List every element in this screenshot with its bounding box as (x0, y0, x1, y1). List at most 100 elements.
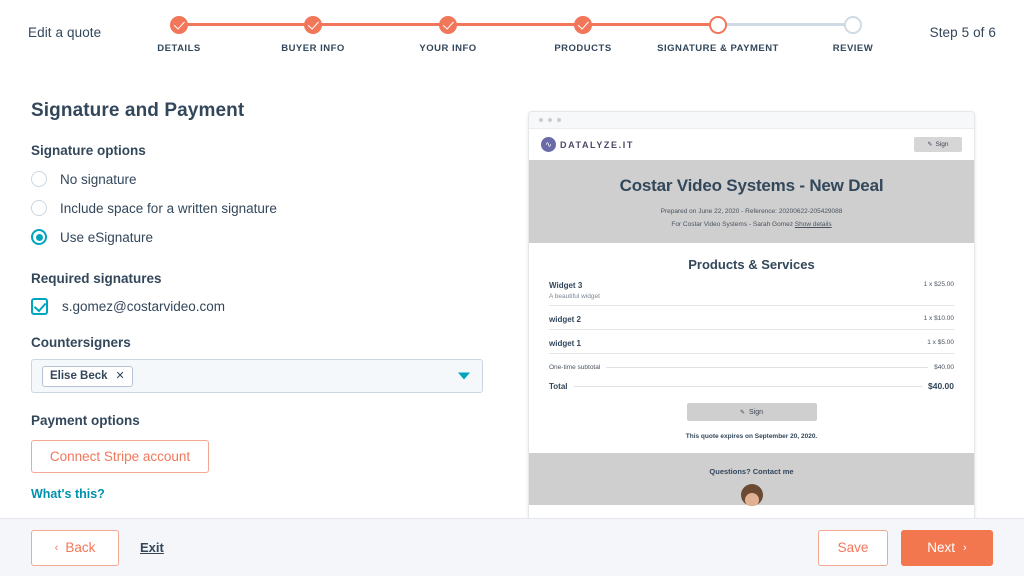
step-dot-done-icon (574, 16, 592, 34)
subtotal-label: One-time subtotal (549, 364, 600, 371)
window-dot-icon (539, 118, 543, 122)
preview-sign-label: Sign (749, 409, 763, 416)
step-dot-done-icon (170, 16, 188, 34)
next-button[interactable]: Next › (901, 530, 993, 566)
preview-hero: Costar Video Systems - New Deal Prepared… (529, 160, 974, 243)
quote-preview-panel: ∿ DATALYZE.IT ✎ Sign Costar Video System… (528, 111, 975, 521)
line-item-price: 1 x $5.00 (927, 339, 954, 346)
products-section-title: Products & Services (549, 257, 954, 272)
preview-body: Products & Services Widget 3 A beautiful… (529, 243, 974, 453)
avatar (741, 484, 763, 506)
subtotal-row: One-time subtotal $40.00 (549, 364, 954, 371)
preview-contact-footer: Questions? Contact me (529, 453, 974, 505)
next-button-label: Next (927, 540, 955, 555)
total-label: Total (549, 382, 568, 391)
step-item-buyer-info[interactable]: BUYER INFO (243, 12, 383, 54)
step-dot-pending-icon (844, 16, 862, 34)
required-signature-email: s.gomez@costarvideo.com (62, 299, 225, 314)
quote-for-line: For Costar Video Systems - Sarah Gomez S… (543, 221, 960, 228)
step-dot-done-icon (304, 16, 322, 34)
page-title: Signature and Payment (31, 100, 491, 122)
save-button[interactable]: Save (818, 530, 888, 566)
back-button[interactable]: ‹ Back (31, 530, 119, 566)
countersigner-chip-label: Elise Beck (50, 370, 108, 382)
preview-sign-label: Sign (936, 141, 949, 148)
close-icon[interactable]: ✕ (116, 371, 125, 382)
line-item-name: Widget 3 (549, 281, 600, 290)
line-item: Widget 3 A beautiful widget 1 x $25.00 (549, 272, 954, 306)
step-label: BUYER INFO (243, 43, 383, 54)
quote-prepared-line: Prepared on June 22, 2020 - Reference: 2… (543, 208, 960, 215)
step-counter: Step 5 of 6 (930, 25, 996, 40)
step-label: DETAILS (109, 43, 249, 54)
countersigner-chip[interactable]: Elise Beck ✕ (42, 366, 133, 387)
checkbox-checked-icon (31, 298, 48, 315)
step-dot-current-icon (709, 16, 727, 34)
chevron-right-icon: › (963, 542, 967, 554)
line-item: widget 1 1 x $5.00 (549, 330, 954, 354)
quote-for-text: For Costar Video Systems - Sarah Gomez (671, 221, 793, 228)
step-label: YOUR INFO (378, 43, 518, 54)
page-context-title: Edit a quote (28, 25, 101, 40)
total-value: $40.00 (928, 381, 954, 391)
dotted-rule (574, 386, 922, 387)
line-item-price: 1 x $25.00 (924, 281, 954, 288)
countersigners-select[interactable]: Elise Beck ✕ (31, 359, 483, 393)
step-item-your-info[interactable]: YOUR INFO (378, 12, 518, 54)
line-item-name: widget 2 (549, 315, 581, 324)
signature-payment-form: Signature and Payment Signature options … (31, 100, 491, 501)
radio-option-written-signature[interactable]: Include space for a written signature (31, 200, 491, 216)
progress-stepper: DETAILS BUYER INFO YOUR INFO PRODUCTS SI… (160, 12, 866, 62)
step-item-products[interactable]: PRODUCTS (513, 12, 653, 54)
dotted-rule (606, 367, 928, 368)
wizard-footer: ‹ Back Exit Save Next › (0, 518, 1024, 576)
required-signature-row[interactable]: s.gomez@costarvideo.com (31, 298, 491, 315)
radio-icon (31, 171, 47, 187)
show-details-link[interactable]: Show details (795, 221, 832, 228)
step-dot-done-icon (439, 16, 457, 34)
main-content: Signature and Payment Signature options … (0, 66, 1024, 518)
preview-sign-button-top[interactable]: ✎ Sign (914, 137, 962, 152)
total-row: Total $40.00 (549, 381, 954, 391)
step-label: PRODUCTS (513, 43, 653, 54)
radio-label: Include space for a written signature (60, 201, 277, 216)
radio-label: No signature (60, 172, 137, 187)
countersigners-heading: Countersigners (31, 335, 491, 350)
window-dot-icon (557, 118, 561, 122)
preview-window-chrome (529, 112, 974, 129)
line-item: widget 2 1 x $10.00 (549, 306, 954, 330)
window-dot-icon (548, 118, 552, 122)
line-item-description: A beautiful widget (549, 293, 600, 300)
step-label: SIGNATURE & PAYMENT (648, 43, 788, 54)
step-item-review[interactable]: REVIEW (783, 12, 923, 54)
logo-mark-icon: ∿ (541, 137, 556, 152)
whats-this-link[interactable]: What's this? (31, 487, 491, 501)
pen-icon: ✎ (927, 141, 932, 148)
back-button-label: Back (65, 540, 95, 555)
line-item-name: widget 1 (549, 339, 581, 348)
top-bar: Edit a quote Step 5 of 6 DETAILS BUYER I… (0, 0, 1024, 66)
brand-logo: ∿ DATALYZE.IT (541, 137, 634, 152)
signature-options-heading: Signature options (31, 143, 491, 158)
payment-options-heading: Payment options (31, 413, 491, 428)
chevron-left-icon: ‹ (55, 542, 59, 554)
chevron-down-icon[interactable] (458, 373, 470, 380)
radio-icon (31, 200, 47, 216)
step-item-details[interactable]: DETAILS (109, 12, 249, 54)
radio-selected-icon (31, 229, 47, 245)
step-item-signature-payment[interactable]: SIGNATURE & PAYMENT (648, 12, 788, 54)
connect-stripe-button[interactable]: Connect Stripe account (31, 440, 209, 473)
preview-sign-button-main[interactable]: ✎ Sign (687, 403, 817, 421)
quote-title: Costar Video Systems - New Deal (543, 176, 960, 196)
quote-expiry-note: This quote expires on September 20, 2020… (549, 433, 954, 453)
step-label: REVIEW (783, 43, 923, 54)
pen-icon: ✎ (740, 409, 745, 416)
preview-brand-bar: ∿ DATALYZE.IT ✎ Sign (529, 129, 974, 160)
radio-option-no-signature[interactable]: No signature (31, 171, 491, 187)
exit-link[interactable]: Exit (140, 540, 164, 555)
line-item-price: 1 x $10.00 (924, 315, 954, 322)
radio-option-esignature[interactable]: Use eSignature (31, 229, 491, 245)
radio-label: Use eSignature (60, 230, 153, 245)
required-signatures-heading: Required signatures (31, 271, 491, 286)
subtotal-value: $40.00 (934, 364, 954, 371)
